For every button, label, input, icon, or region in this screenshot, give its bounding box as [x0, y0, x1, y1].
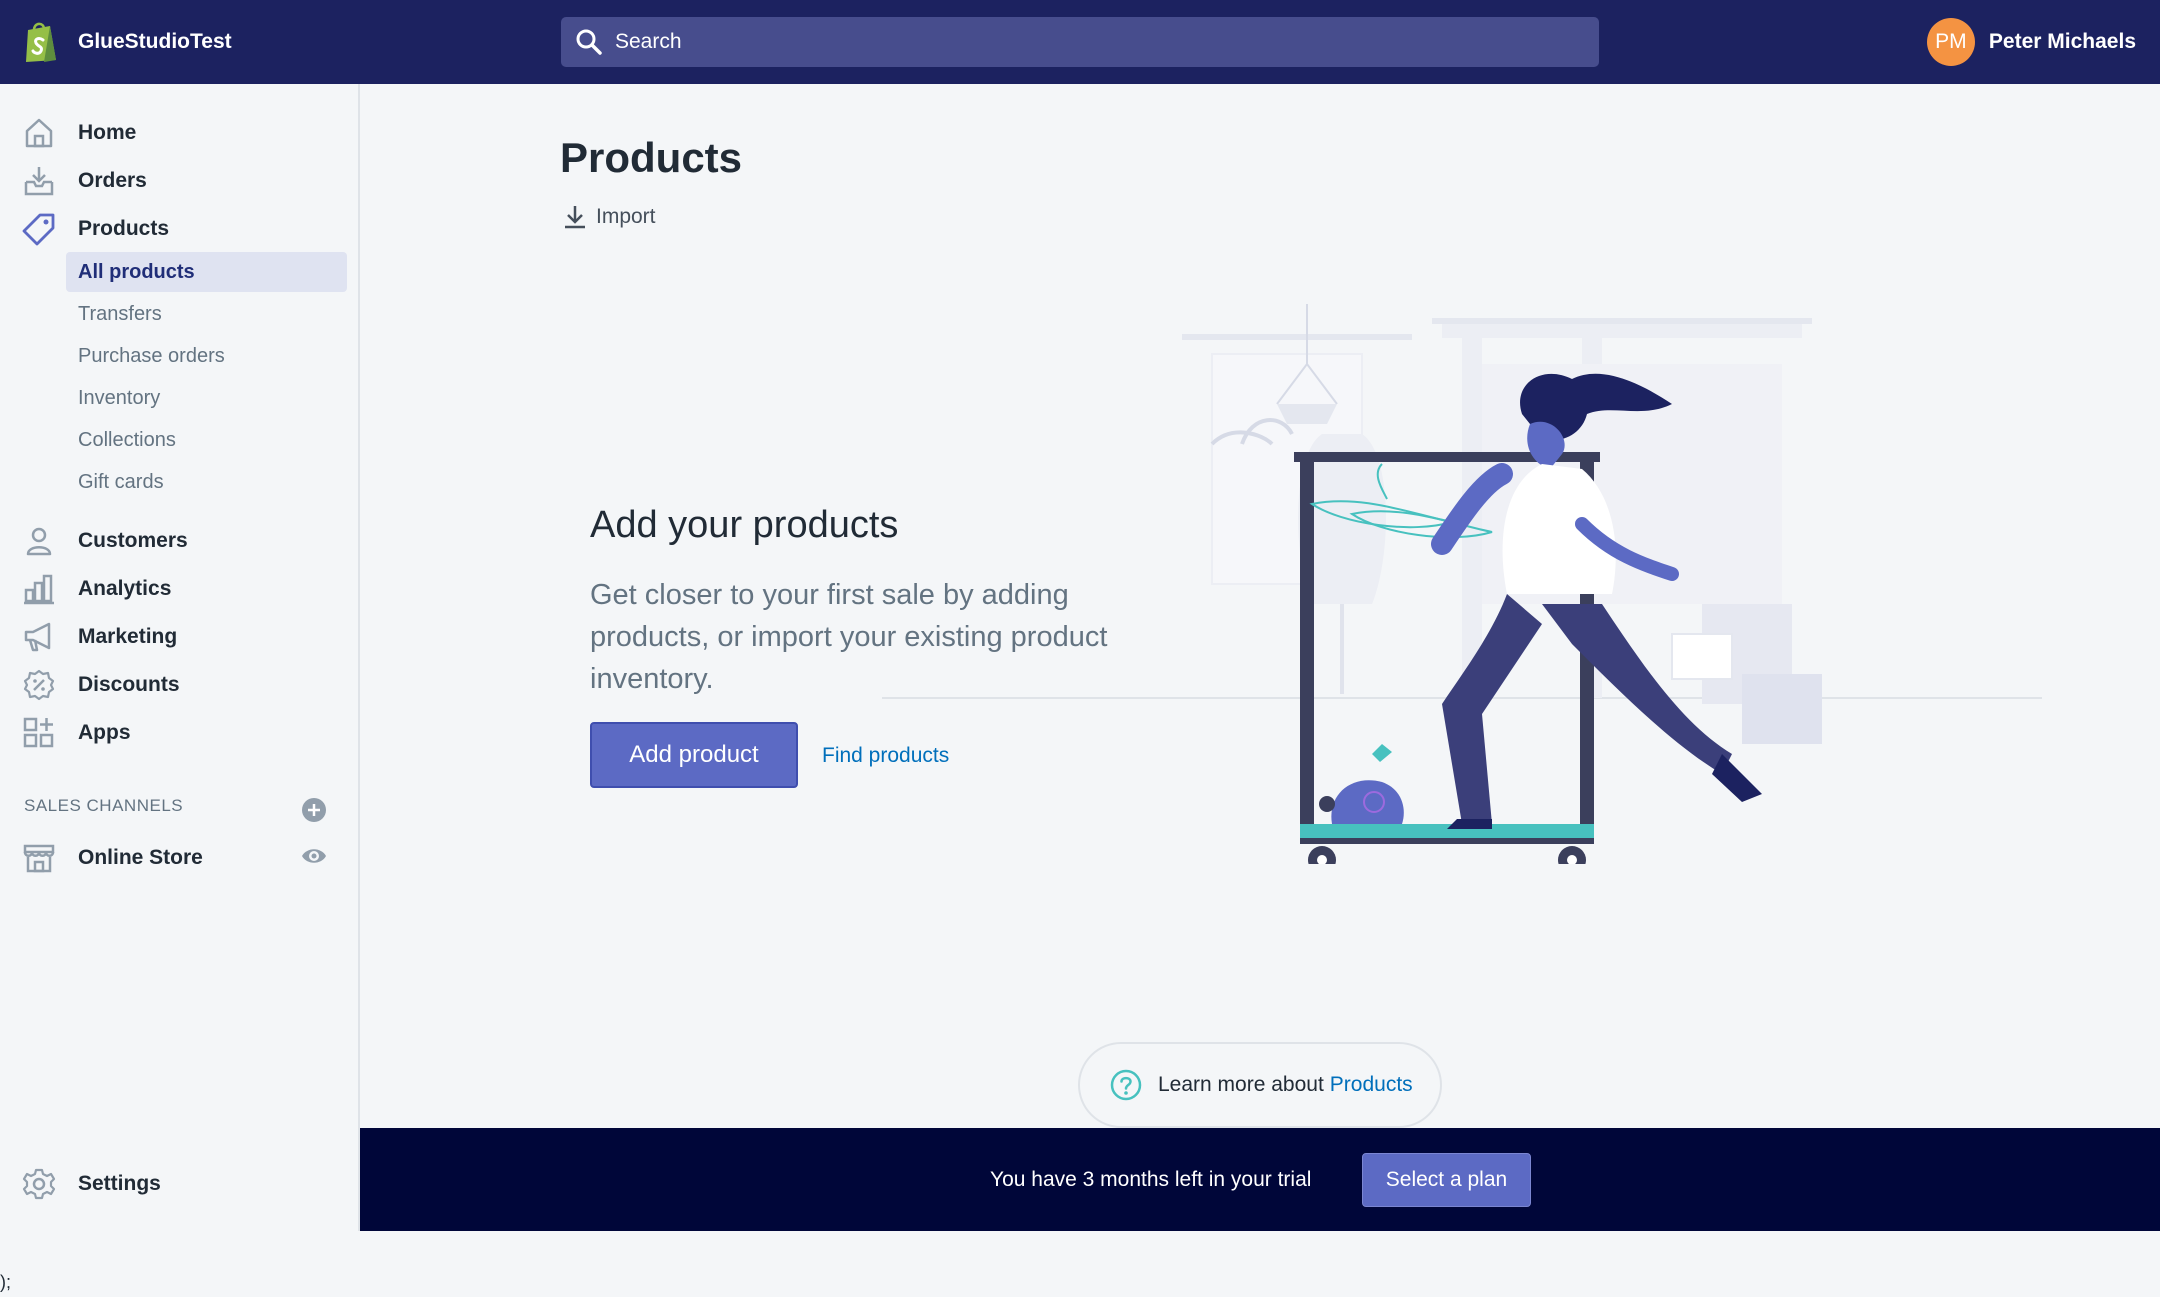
- sidebar-item-marketing[interactable]: Marketing: [0, 617, 358, 657]
- eye-icon[interactable]: [300, 844, 328, 868]
- trial-message: You have 3 months left in your trial: [990, 1167, 1312, 1191]
- sidebar-subitem-collections[interactable]: Collections: [66, 420, 347, 460]
- store-name: GlueStudioTest: [78, 30, 232, 53]
- download-icon: [565, 206, 585, 229]
- sidebar-item-label: Customers: [78, 529, 188, 552]
- sidebar-item-home[interactable]: Home: [0, 113, 358, 153]
- sidebar-subitem-label: Transfers: [78, 302, 162, 325]
- search-input[interactable]: [615, 30, 1515, 54]
- learn-more-products-link[interactable]: Products: [1330, 1073, 1413, 1096]
- learn-more-text: Learn more about Products: [1158, 1073, 1413, 1097]
- sidebar-item-customers[interactable]: Customers: [0, 521, 358, 561]
- sidebar-subitem-all-products[interactable]: All products: [66, 252, 347, 292]
- gear-icon: [22, 1168, 56, 1200]
- megaphone-icon: [24, 622, 51, 652]
- add-product-button[interactable]: Add product: [590, 722, 798, 788]
- sidebar-item-label: Marketing: [78, 625, 178, 648]
- select-plan-button[interactable]: Select a plan: [1362, 1153, 1531, 1207]
- analytics-icon: [24, 574, 54, 605]
- tag-icon: [22, 213, 55, 246]
- apps-icon: [23, 717, 54, 748]
- learn-more-prefix: Learn more about: [1158, 1073, 1324, 1096]
- customer-icon: [26, 527, 52, 556]
- import-label: Import: [596, 205, 656, 228]
- user-name: Peter Michaels: [1988, 30, 2136, 53]
- orders-icon: [24, 167, 54, 196]
- sidebar-subitem-transfers[interactable]: Transfers: [66, 294, 347, 334]
- sidebar-item-settings[interactable]: Settings: [0, 1164, 358, 1204]
- sidebar-item-label: Home: [78, 121, 137, 144]
- sidebar-item-label: Analytics: [78, 577, 172, 600]
- store-icon: [23, 844, 55, 873]
- top-bar: GlueStudioTest PM Peter Michaels: [0, 0, 2160, 84]
- add-channel-icon[interactable]: [301, 797, 327, 823]
- user-menu[interactable]: PM Peter Michaels: [1926, 18, 2136, 66]
- sidebar-subitem-inventory[interactable]: Inventory: [66, 378, 347, 418]
- sidebar-item-orders[interactable]: Orders: [0, 161, 358, 201]
- page-title: Products: [560, 134, 743, 181]
- empty-state-heading: Add your products: [590, 504, 899, 546]
- help-circle-icon: [1110, 1069, 1142, 1101]
- sidebar-item-analytics[interactable]: Analytics: [0, 569, 358, 609]
- sidebar-subitem-label: Collections: [78, 428, 176, 451]
- sidebar-item-label: Orders: [78, 169, 147, 192]
- home-icon: [25, 118, 53, 148]
- stray-text: );: [0, 1272, 11, 1292]
- sidebar-item-label: Apps: [78, 721, 131, 744]
- learn-more-box: Learn more about Products: [1078, 1042, 1442, 1128]
- sales-channels-heading: SALES CHANNELS: [24, 796, 184, 815]
- discount-icon: [23, 669, 55, 701]
- sidebar-item-label: Products: [78, 217, 170, 240]
- sidebar-item-apps[interactable]: Apps: [0, 713, 358, 753]
- import-button[interactable]: Import: [562, 204, 656, 230]
- avatar: PM: [1926, 18, 1975, 66]
- trial-banner: You have 3 months left in your trial Sel…: [360, 1128, 2160, 1231]
- sidebar-item-products[interactable]: Products: [0, 209, 358, 249]
- sidebar-subitem-purchase-orders[interactable]: Purchase orders: [66, 336, 347, 376]
- sidebar-subitem-label: Purchase orders: [78, 344, 225, 367]
- sidebar-subitem-label: Inventory: [78, 386, 161, 409]
- sidebar-item-discounts[interactable]: Discounts: [0, 665, 358, 705]
- sidebar-item-label: Discounts: [78, 673, 180, 696]
- sidebar-item-label: Online Store: [78, 846, 203, 869]
- main-content: Products Import Add your products Get cl…: [362, 84, 2160, 1128]
- sidebar: Home Orders Products All products Transf…: [0, 84, 360, 1231]
- store-switcher[interactable]: GlueStudioTest: [22, 20, 232, 64]
- sidebar-item-label: Settings: [78, 1172, 161, 1195]
- sidebar-subitem-label: All products: [78, 260, 195, 283]
- shopify-logo-icon: [26, 22, 56, 62]
- empty-state-illustration: [882, 304, 2042, 864]
- search-bar[interactable]: [561, 17, 1599, 67]
- sidebar-subitem-label: Gift cards: [78, 470, 164, 493]
- sidebar-subitem-gift-cards[interactable]: Gift cards: [66, 462, 347, 502]
- search-icon: [576, 29, 602, 55]
